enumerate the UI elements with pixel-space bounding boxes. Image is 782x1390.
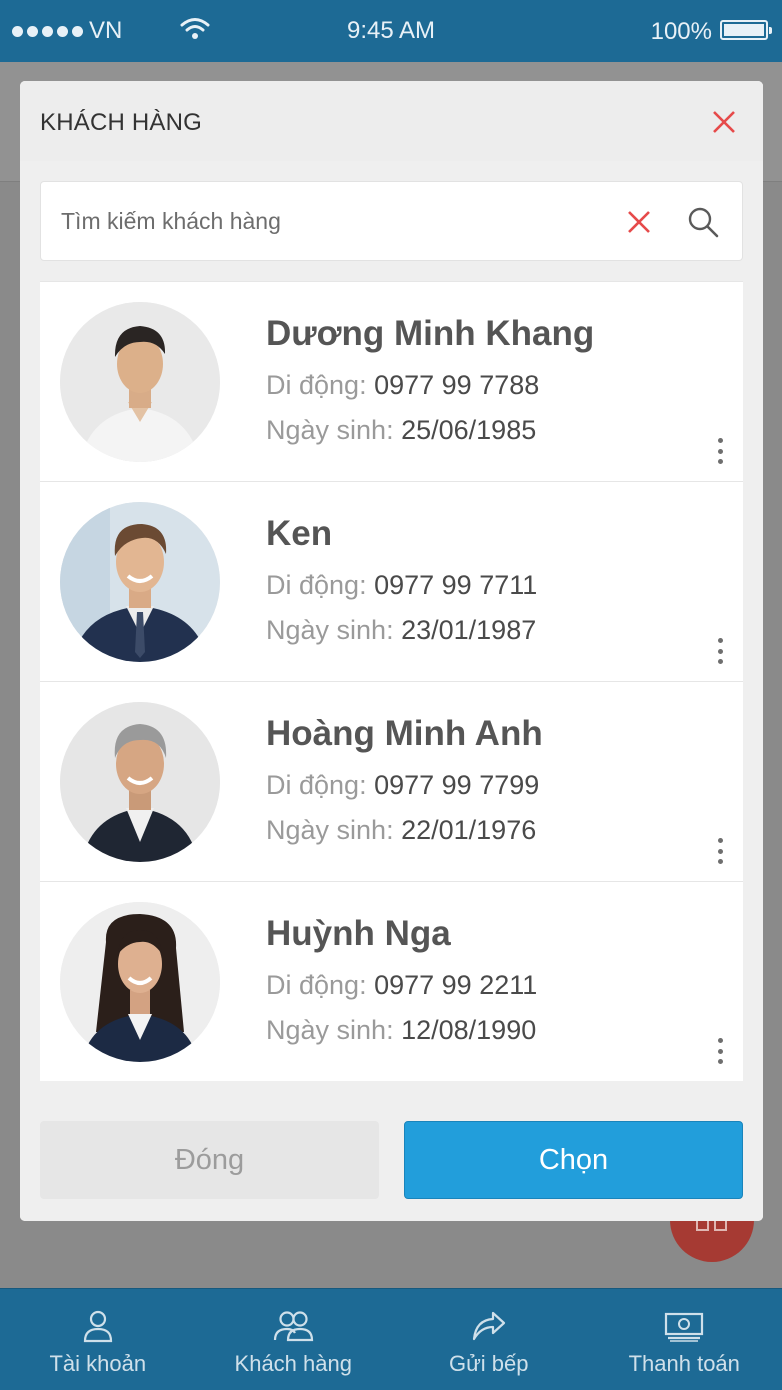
search-input[interactable] — [61, 200, 601, 242]
battery-icon — [720, 20, 772, 40]
nav-item-account[interactable]: Tài khoản — [0, 1289, 196, 1390]
users-icon — [272, 1307, 314, 1345]
phone-value: 0977 99 7711 — [374, 570, 538, 600]
close-button[interactable]: Đóng — [40, 1121, 379, 1199]
search-bar — [40, 181, 743, 261]
dob-label: Ngày sinh: — [266, 1015, 394, 1045]
customer-dob: Ngày sinh: 12/08/1990 — [266, 1015, 536, 1046]
dob-value: 23/01/1987 — [401, 615, 537, 645]
phone-value: 0977 99 7799 — [374, 770, 540, 800]
phone-value: 0977 99 7788 — [374, 370, 540, 400]
phone-label: Di động: — [266, 570, 367, 600]
more-options-icon[interactable] — [715, 638, 725, 664]
modal-title: KHÁCH HÀNG — [40, 109, 203, 136]
phone-value: 0977 99 2211 — [374, 970, 538, 1000]
status-bar: VN 9:45 AM 100% — [0, 0, 782, 62]
avatar — [60, 702, 220, 862]
customer-name: Huỳnh Nga — [266, 914, 451, 953]
dob-value: 22/01/1976 — [401, 815, 537, 845]
nav-item-send-kitchen[interactable]: Gửi bếp — [391, 1289, 587, 1390]
share-arrow-icon — [471, 1307, 507, 1345]
customer-list: Dương Minh Khang Di động: 0977 99 7788 N… — [40, 281, 743, 1081]
list-item[interactable]: Hoàng Minh Anh Di động: 0977 99 7799 Ngà… — [40, 681, 743, 881]
cash-icon — [664, 1307, 704, 1345]
customer-phone: Di động: 0977 99 7711 — [266, 570, 537, 601]
list-item[interactable]: Dương Minh Khang Di động: 0977 99 7788 N… — [40, 281, 743, 481]
dob-label: Ngày sinh: — [266, 815, 394, 845]
more-options-icon[interactable] — [715, 1038, 725, 1064]
avatar — [60, 302, 220, 462]
clear-icon[interactable] — [626, 209, 652, 235]
phone-label: Di động: — [266, 970, 367, 1000]
search-icon[interactable] — [687, 206, 719, 238]
user-icon — [82, 1307, 114, 1345]
modal-header: KHÁCH HÀNG — [20, 81, 763, 161]
phone-label: Di động: — [266, 370, 367, 400]
customer-phone: Di động: 0977 99 7788 — [266, 370, 539, 401]
customer-picker-modal: KHÁCH HÀNG Tìm kiếm khách hàng Dương Min… — [20, 81, 763, 1221]
list-item[interactable]: Ken Di động: 0977 99 7711 Ngày sinh: 23/… — [40, 481, 743, 681]
customer-dob: Ngày sinh: 23/01/1987 — [266, 615, 536, 646]
customer-name: Ken — [266, 514, 333, 553]
nav-label: Thanh toán — [628, 1351, 740, 1376]
dob-value: 25/06/1985 — [401, 415, 537, 445]
bottom-navigation: Tài khoản Khách hàng Gửi bếp Thanh toán — [0, 1288, 782, 1390]
customer-name: Hoàng Minh Anh — [266, 714, 543, 753]
customer-dob: Ngày sinh: 25/06/1985 — [266, 415, 536, 446]
customer-phone: Di động: 0977 99 7799 — [266, 770, 539, 801]
avatar — [60, 902, 220, 1062]
modal-body: Dương Minh Khang Di động: 0977 99 7788 N… — [20, 161, 763, 1221]
dob-label: Ngày sinh: — [266, 615, 394, 645]
more-options-icon[interactable] — [715, 438, 725, 464]
nav-label: Gửi bếp — [448, 1351, 529, 1376]
nav-label: Tài khoản — [49, 1351, 147, 1376]
nav-item-payment[interactable]: Thanh toán — [587, 1289, 782, 1390]
close-icon[interactable] — [709, 107, 739, 137]
nav-label: Khách hàng — [234, 1351, 352, 1376]
phone-label: Di động: — [266, 770, 367, 800]
choose-button[interactable]: Chọn — [404, 1121, 743, 1199]
more-options-icon[interactable] — [715, 838, 725, 864]
battery-percentage: 100% — [650, 18, 712, 45]
avatar — [60, 502, 220, 662]
list-item[interactable]: Huỳnh Nga Di động: 0977 99 2211 Ngày sin… — [40, 881, 743, 1081]
customer-phone: Di động: 0977 99 2211 — [266, 970, 537, 1001]
nav-item-customers[interactable]: Khách hàng — [196, 1289, 392, 1390]
dob-value: 12/08/1990 — [401, 1015, 537, 1045]
customer-dob: Ngày sinh: 22/01/1976 — [266, 815, 536, 846]
customer-name: Dương Minh Khang — [266, 314, 595, 353]
dob-label: Ngày sinh: — [266, 415, 394, 445]
